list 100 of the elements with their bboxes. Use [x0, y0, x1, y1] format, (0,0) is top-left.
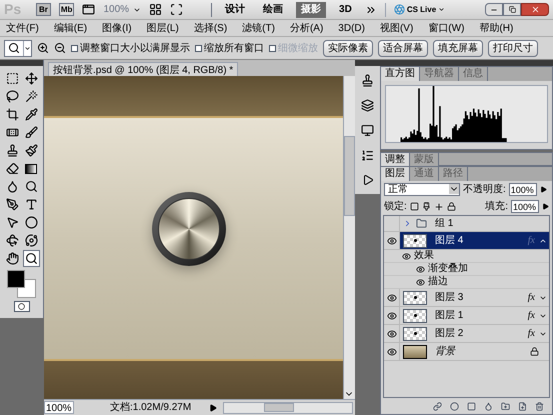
caret-icon	[438, 6, 446, 13]
bridge-button[interactable]: Br	[36, 3, 51, 16]
layer-name: 背景	[435, 344, 455, 359]
layer-thumbnail	[403, 344, 427, 358]
menu-item[interactable]: 分析(A)	[290, 20, 324, 36]
link-icon[interactable]	[433, 402, 442, 410]
menu-item[interactable]: 图像(I)	[102, 20, 132, 36]
option-button[interactable]: 适合屏幕	[378, 40, 428, 56]
lock-all-icon[interactable]	[446, 202, 456, 211]
mini-bridge-button[interactable]: Mb	[58, 3, 74, 16]
layer-thumbnail	[403, 308, 427, 322]
crop-icon[interactable]	[4, 106, 20, 123]
ellipse-icon[interactable]	[22, 214, 40, 231]
lock-position-icon[interactable]	[434, 202, 444, 212]
layer-row[interactable]: 图层 4 fx	[400, 232, 549, 249]
fill-label: 填充:	[485, 200, 508, 214]
option-button[interactable]: 打印尺寸	[488, 40, 538, 56]
panel-tab[interactable]: 图层	[381, 167, 410, 181]
eraser-icon[interactable]	[4, 160, 20, 177]
layer-name: 图层 1	[435, 309, 464, 323]
arrange-documents-icon[interactable]	[149, 3, 162, 16]
list-icon[interactable]	[361, 149, 374, 162]
document-tab[interactable]: 按钮背景.psd @ 100% (图层 4, RGB/8) *	[48, 62, 238, 76]
view-extras-icon[interactable]	[82, 3, 96, 16]
lock-pixels-icon[interactable]	[422, 202, 431, 211]
panel-tab[interactable]: 调整	[381, 153, 410, 167]
hand-icon[interactable]	[4, 250, 20, 267]
zoom-icon	[8, 42, 20, 54]
lock-transparency-icon[interactable]	[410, 202, 419, 211]
brush-icon[interactable]	[22, 124, 40, 141]
menu-item[interactable]: 图层(L)	[146, 20, 179, 36]
eye-icon[interactable]	[400, 252, 412, 260]
cs-live-button[interactable]: CS Live	[394, 4, 446, 16]
option-button[interactable]: 实际像素	[323, 40, 373, 56]
add-style-icon[interactable]	[450, 402, 459, 410]
layers-icon[interactable]	[361, 99, 374, 112]
checkbox-label: 调整窗口大小以满屏显示	[80, 42, 190, 56]
quick-mask-icon[interactable]	[14, 301, 30, 312]
orbit-icon[interactable]	[22, 232, 40, 249]
menu-item[interactable]: 选择(S)	[194, 20, 228, 36]
zoom-level-dropdown[interactable]: 100%	[103, 2, 142, 17]
layer-thumbnail	[403, 234, 427, 248]
adjustment-layer-icon[interactable]	[484, 402, 493, 410]
eye-icon[interactable]	[414, 264, 426, 274]
scroll-thumb[interactable]	[344, 136, 355, 216]
opacity-slider-icon[interactable]	[540, 186, 547, 193]
menu-item[interactable]: 编辑(E)	[54, 20, 88, 36]
blend-mode-dropdown[interactable]: 正常	[384, 183, 460, 196]
delete-icon[interactable]	[535, 402, 544, 410]
menu-item[interactable]: 帮助(H)	[479, 20, 514, 36]
vertical-scrollbar[interactable]	[343, 76, 355, 399]
new-layer-icon[interactable]	[518, 402, 527, 410]
scroll-thumb[interactable]	[264, 403, 294, 412]
zoom-out-icon[interactable]	[54, 42, 66, 54]
checkbox-label: 缩放所有窗口	[204, 42, 264, 56]
rotate-3d-icon[interactable]	[4, 232, 20, 249]
eye-icon[interactable]	[414, 278, 426, 286]
menu-item[interactable]: 视图(V)	[380, 20, 414, 36]
workspace-button[interactable]: 摄影	[296, 2, 326, 18]
restore-button[interactable]	[503, 3, 521, 16]
status-text: 文档:1.02M/9.27M	[110, 400, 192, 415]
effects-label: fx	[528, 309, 535, 323]
paintbrush-icon[interactable]	[22, 142, 40, 159]
checkbox[interactable]	[195, 44, 202, 52]
fill-field[interactable]: 100%	[511, 200, 539, 213]
checkbox[interactable]	[71, 44, 78, 52]
fill-slider-icon[interactable]	[542, 203, 549, 210]
menu-item[interactable]: 滤镜(T)	[242, 20, 275, 36]
panel-tab[interactable]: 直方图	[381, 67, 420, 81]
stamp-icon[interactable]	[361, 74, 374, 87]
horizontal-scrollbar[interactable]	[223, 402, 353, 414]
pen-icon[interactable]	[4, 196, 20, 213]
menu-item[interactable]: 窗口(W)	[428, 20, 464, 36]
color-swatches[interactable]	[6, 270, 36, 298]
layer-thumbnail	[403, 290, 427, 304]
move-icon[interactable]	[22, 70, 40, 87]
expand-caret-icon[interactable]	[403, 219, 412, 228]
workspace-button[interactable]: 绘画	[258, 2, 288, 18]
zoom-field[interactable]: 100%	[44, 401, 74, 414]
effects-label: fx	[528, 234, 535, 248]
play-icon[interactable]	[362, 174, 374, 186]
option-button[interactable]: 填充屏幕	[433, 40, 483, 56]
close-icon	[530, 5, 540, 14]
opacity-field[interactable]: 100%	[508, 183, 537, 196]
close-button[interactable]	[521, 3, 549, 16]
menu-item[interactable]: 3D(D)	[338, 20, 365, 36]
workspace-button[interactable]: 3D	[334, 2, 357, 18]
lasso-icon[interactable]	[4, 88, 20, 105]
workspace-button[interactable]: 设计	[220, 2, 250, 18]
zoom-in-icon[interactable]	[37, 42, 49, 54]
tool-preset-picker[interactable]	[4, 40, 32, 56]
minimize-button[interactable]	[485, 3, 503, 16]
status-menu-icon[interactable]	[209, 404, 218, 412]
monitor-icon[interactable]	[361, 124, 374, 137]
menu-item[interactable]: 文件(F)	[6, 20, 39, 36]
new-group-icon[interactable]	[501, 402, 510, 410]
add-mask-icon[interactable]	[467, 402, 476, 410]
screen-mode-icon[interactable]	[170, 3, 184, 16]
layer-name: 图层 2	[435, 327, 464, 341]
zoom-icon[interactable]	[22, 250, 40, 267]
